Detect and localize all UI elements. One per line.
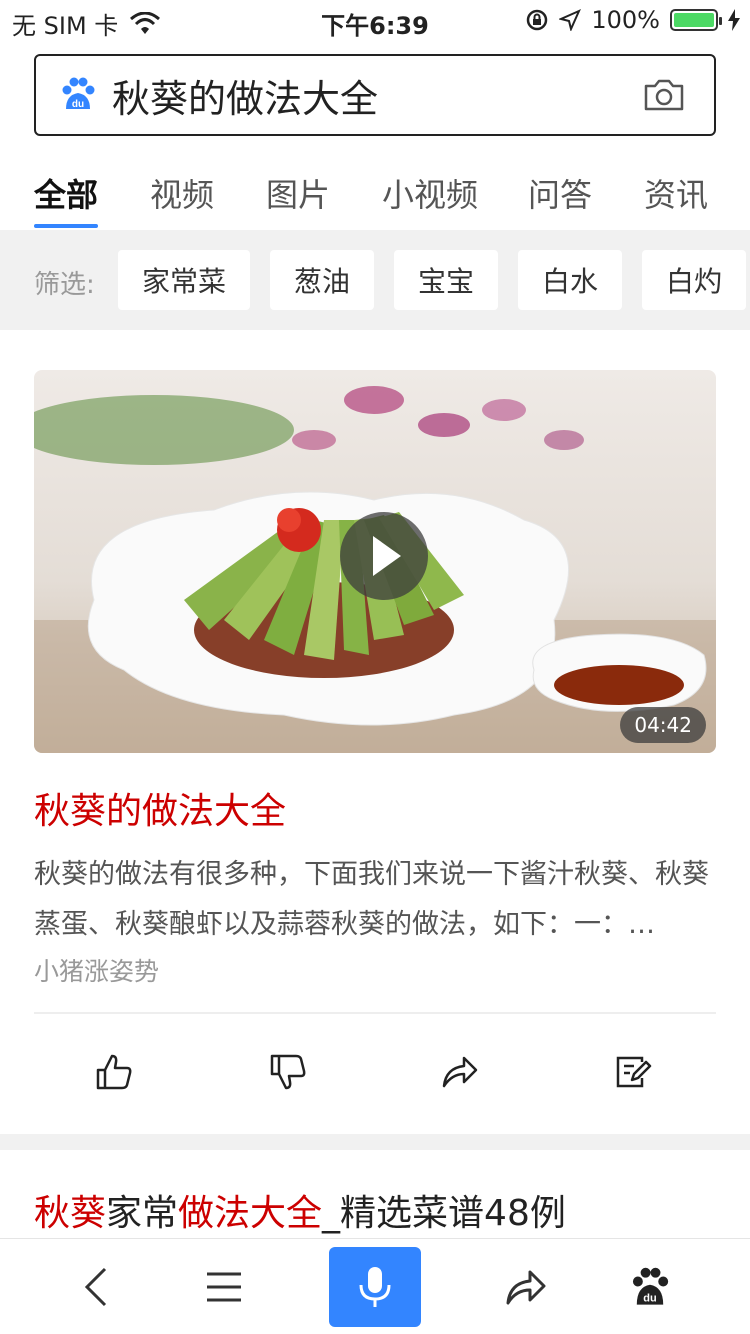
tab-short-video[interactable]: 小视频 (382, 170, 478, 216)
thumbs-down-icon[interactable] (268, 1052, 308, 1092)
baidu-paw-icon: du (62, 77, 95, 110)
thumbs-up-icon[interactable] (94, 1052, 134, 1092)
baidu-paw-icon: du (632, 1267, 669, 1305)
tab-news[interactable]: 资讯 (644, 170, 708, 216)
battery-icon (670, 9, 722, 31)
svg-text:du: du (643, 1292, 656, 1304)
back-button[interactable] (66, 1257, 126, 1317)
filter-chip[interactable]: 宝宝 (394, 250, 498, 310)
status-bar: 无 SIM 卡 下午6:39 100% (0, 0, 750, 40)
title-text: 家常 (106, 1193, 179, 1234)
result-description: 秋葵的做法有很多种，下面我们来说一下酱汁秋葵、秋葵蒸蛋、秋葵酿虾以及蒜蓉秋葵的做… (34, 859, 709, 940)
menu-icon (207, 1272, 241, 1302)
menu-button[interactable] (194, 1257, 254, 1317)
result-title[interactable]: 秋葵的做法大全 (34, 782, 286, 834)
filter-chip[interactable]: 葱油 (270, 250, 374, 310)
tab-images[interactable]: 图片 (266, 170, 330, 216)
video-duration: 04:42 (620, 707, 706, 743)
play-button[interactable] (340, 512, 428, 600)
share-button[interactable] (496, 1257, 556, 1317)
result-source: 小猪涨姿势 (34, 957, 160, 986)
search-input[interactable]: 秋葵的做法大全 (112, 68, 642, 123)
active-tab-indicator (34, 224, 98, 228)
section-separator (0, 1134, 750, 1150)
title-text: _精选菜谱48例 (322, 1193, 566, 1234)
video-thumbnail[interactable]: 04:42 (34, 370, 716, 753)
back-icon (84, 1267, 107, 1307)
edit-note-icon[interactable] (612, 1052, 652, 1092)
camera-icon[interactable] (642, 77, 686, 113)
filter-bar: 筛选: 家常菜 葱油 宝宝 白水 白灼 (0, 230, 750, 330)
battery-percent: 100% (591, 6, 660, 34)
divider (34, 1012, 716, 1014)
rotation-lock-icon (527, 9, 548, 31)
tab-video[interactable]: 视频 (150, 170, 214, 216)
search-bar[interactable]: du 秋葵的做法大全 (34, 54, 716, 136)
filter-chip[interactable]: 家常菜 (118, 250, 250, 310)
result-card: 04:42 秋葵的做法大全 秋葵的做法有很多种，下面我们来说一下酱汁秋葵、秋葵蒸… (0, 330, 750, 1134)
title-highlight: 秋葵 (34, 1193, 107, 1234)
filter-chip[interactable]: 白水 (518, 250, 622, 310)
microphone-icon (359, 1267, 391, 1307)
share-icon (506, 1270, 546, 1305)
location-icon (559, 9, 582, 31)
result-title-2[interactable]: 秋葵家常做法大全_精选菜谱48例 (34, 1184, 566, 1236)
title-highlight: 做法大全 (178, 1193, 323, 1234)
svg-text:du: du (72, 99, 84, 110)
voice-search-button[interactable] (329, 1247, 421, 1327)
filter-label: 筛选: (34, 270, 95, 300)
tab-qa[interactable]: 问答 (528, 170, 592, 216)
bottom-toolbar: du (0, 1238, 750, 1334)
filter-chip[interactable]: 白灼 (642, 250, 746, 310)
share-icon[interactable] (440, 1052, 480, 1092)
tab-all[interactable]: 全部 (34, 170, 98, 216)
baidu-home-button[interactable]: du (620, 1257, 680, 1317)
charging-icon (728, 9, 740, 31)
category-tabs: 全部 视频 图片 小视频 问答 资讯 (0, 160, 750, 230)
